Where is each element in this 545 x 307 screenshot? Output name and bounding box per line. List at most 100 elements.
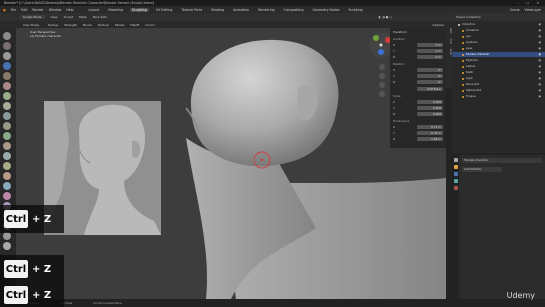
loc-y-field[interactable]: 0 m [417,48,443,53]
menu-render[interactable]: Render [32,8,43,12]
blob-brush-icon[interactable] [3,102,11,110]
tab-layout[interactable]: Layout [87,8,102,12]
grab-brush-icon[interactable] [3,172,11,180]
clay-brush-icon[interactable] [3,52,11,60]
scene-selector[interactable]: Scene [510,8,520,12]
visibility-eye-icon[interactable]: ◉ [539,52,541,57]
tab-uv-editing[interactable]: UV Editing [154,8,175,12]
rotation-mode-select[interactable]: XYZ Euler [417,86,443,91]
rot-x-field[interactable]: 0° [417,67,443,72]
tool-tab-icon[interactable] [453,158,458,162]
scale-x-field[interactable]: 0.408 [417,99,443,104]
menu-window[interactable]: Window [49,8,62,12]
outliner-row[interactable]: eye ◉ [452,34,545,39]
radius-field[interactable]: Radius [48,23,58,27]
dim-x-field[interactable]: 0.71 m [417,124,443,129]
tab-rendering[interactable]: Rendering [256,8,276,12]
visibility-eye-icon[interactable]: ◉ [539,58,541,63]
scrape-brush-icon[interactable] [3,152,11,160]
dim-y-field[interactable]: 0.32 m [417,130,443,135]
visibility-eye-icon[interactable]: ◉ [539,46,541,51]
outliner-row[interactable]: eyes ◉ [452,46,545,51]
outliner-row[interactable]: Eyebrow ◉ [452,58,545,63]
pinch-brush-icon[interactable] [3,162,11,170]
visibility-eye-icon[interactable]: ◉ [539,22,541,27]
draw-sharp-brush-icon[interactable] [3,42,11,50]
brush-menu[interactable]: Brush [83,23,92,27]
visibility-eye-icon[interactable]: ◉ [539,64,541,69]
object-name-field[interactable]: Female character [462,158,542,163]
crease-brush-icon[interactable] [3,112,11,120]
outliner-row[interactable]: Collection ◉ [452,22,545,27]
outliner-row[interactable]: Plane.001 ◉ [452,82,545,87]
perspective-toggle-icon[interactable] [379,91,385,97]
box-mask-icon[interactable] [3,242,11,250]
texture-menu[interactable]: Texture [98,23,109,27]
menu-help[interactable]: Help [66,8,73,12]
loc-x-field[interactable]: 0 m [417,42,443,47]
outliner-row[interactable]: eyebrow ◉ [452,40,545,45]
strength-field[interactable]: Strength [64,23,77,27]
visibility-eye-icon[interactable]: ◉ [539,82,541,87]
visibility-eye-icon[interactable]: ◉ [539,88,541,93]
mask-brush-icon[interactable] [3,232,11,240]
inflate-brush-icon[interactable] [3,92,11,100]
outliner-row[interactable]: Tongue ◉ [452,94,545,99]
add-modifier-button[interactable]: Add Modifier [462,167,502,172]
physics-tab-icon[interactable] [453,179,458,183]
object-tab-icon[interactable] [453,165,458,169]
tab-animation[interactable]: Animation [231,8,251,12]
mode-selector[interactable]: Sculpt Mode [20,15,45,19]
clay-thumb-brush-icon[interactable] [3,72,11,80]
stroke-menu[interactable]: Stroke [115,23,125,27]
scale-z-field[interactable]: 0.408 [417,111,443,116]
tab-geometry-nodes[interactable]: Geometry Nodes [310,8,341,12]
pan-icon[interactable] [379,73,385,79]
menu-view[interactable]: View [51,15,58,19]
tab-modeling[interactable]: Modeling [106,8,125,12]
visibility-eye-icon[interactable]: ◉ [539,40,541,45]
menu-edit[interactable]: Edit [21,8,27,12]
flatten-brush-icon[interactable] [3,132,11,140]
visibility-eye-icon[interactable]: ◉ [539,28,541,33]
visibility-eye-icon[interactable]: ◉ [539,94,541,99]
tab-shading[interactable]: Shading [209,8,226,12]
transform-header[interactable]: Transform [393,30,407,34]
outliner-row[interactable]: Light ◉ [452,76,545,81]
view-layer-selector[interactable]: ViewLayer [525,8,541,12]
snake-hook-brush-icon[interactable] [3,182,11,190]
camera-icon[interactable] [379,82,385,88]
outliner-row[interactable]: Teeth ◉ [452,70,545,75]
cursor-menu[interactable]: Cursor [145,23,155,27]
tab-texture-paint[interactable]: Texture Paint [179,8,204,12]
blender-logo-icon[interactable]: ● [3,8,6,12]
outliner-row[interactable]: Sphere.001 ◉ [452,88,545,93]
menu-sculpt[interactable]: Sculpt [64,15,73,19]
dim-z-field[interactable]: 1.68 m [417,136,443,141]
layer-brush-icon[interactable] [3,82,11,90]
options-menu[interactable]: Options [432,23,444,27]
visibility-eye-icon[interactable]: ◉ [539,76,541,81]
outliner-row[interactable]: Lashes ◉ [452,64,545,69]
menu-mask[interactable]: Mask [79,15,87,19]
scale-y-field[interactable]: 0.408 [417,105,443,110]
fill-brush-icon[interactable] [3,142,11,150]
tab-compositing[interactable]: Compositing [282,8,306,12]
thumb-brush-icon[interactable] [3,192,11,200]
outliner-row[interactable]: Female character ◉ [452,52,545,57]
menu-face-sets[interactable]: Face Sets [93,15,107,19]
visibility-eye-icon[interactable]: ◉ [539,34,541,39]
rot-y-field[interactable]: 0° [417,73,443,78]
tab-scripting[interactable]: Scripting [346,8,364,12]
brush-selector[interactable]: Clay Strips [20,23,42,27]
falloff-menu[interactable]: Falloff [130,23,139,27]
viewport-shading-icons[interactable]: ◐ ◑ ● ○ [379,15,392,19]
rot-z-field[interactable]: 0° [417,79,443,84]
modifier-tab-icon[interactable] [453,172,458,176]
visibility-eye-icon[interactable]: ◉ [539,70,541,75]
outliner-row[interactable]: Armature ◉ [452,28,545,33]
zoom-icon[interactable] [379,64,385,70]
menu-file[interactable]: File [11,8,16,12]
smooth-brush-icon[interactable] [3,122,11,130]
loc-z-field[interactable]: 0 m [417,54,443,59]
